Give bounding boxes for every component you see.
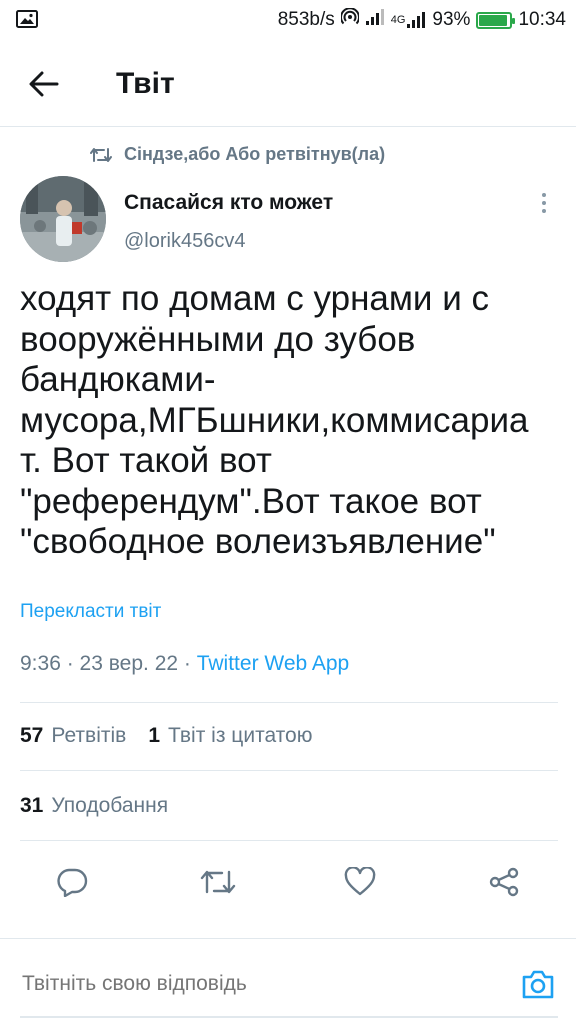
tweet-date: 23 вер. 22: [79, 652, 179, 675]
page-title: Твіт: [116, 67, 175, 100]
back-button[interactable]: [24, 64, 64, 104]
network-speed: 853b/s: [277, 9, 335, 30]
retweet-button[interactable]: [198, 862, 238, 902]
status-icons: 853b/s 4G 93% 10:34: [278, 0, 566, 40]
author-name[interactable]: Спасайся кто может: [124, 191, 333, 215]
battery-icon: [476, 11, 516, 29]
retweet-context[interactable]: Сіндзе,або Або ретвітнув(ла): [90, 144, 385, 165]
author-handle[interactable]: @lorik456cv4: [124, 230, 245, 253]
stats-row: 57 Ретвітів 1 Твіт із цитатою: [20, 724, 312, 748]
retweets-count: 57: [20, 724, 44, 747]
image-icon: [16, 10, 38, 28]
retweets-label: Ретвітів: [51, 724, 127, 747]
signal-icon: [365, 8, 385, 32]
more-dot: [542, 201, 546, 205]
reply-bar: [0, 940, 576, 1024]
more-dot: [542, 209, 546, 213]
meta-separator: ·: [60, 652, 80, 675]
quotes-label: Твіт із цитатою: [168, 724, 313, 747]
tweet-actions: [0, 862, 576, 902]
share-icon: [489, 867, 519, 897]
retweet-small-icon: [90, 147, 112, 162]
tweet-time: 9:36: [20, 652, 61, 675]
like-icon: [344, 867, 376, 896]
battery-fill: [479, 14, 508, 26]
network-type-label: 4G: [390, 14, 406, 26]
hotspot-icon: [339, 7, 360, 32]
reply-input[interactable]: [22, 972, 492, 996]
status-bar: 853b/s 4G 93% 10:34: [0, 0, 576, 40]
quotes-count: 1: [148, 724, 160, 747]
like-button[interactable]: [340, 862, 380, 902]
reply-button[interactable]: [52, 862, 92, 902]
more-options-button[interactable]: [530, 188, 558, 218]
reply-divider: [0, 938, 576, 939]
battery-percent: 93%: [432, 9, 471, 30]
retweets-stat[interactable]: 57 Ретвітів: [20, 724, 126, 748]
avatar[interactable]: [20, 176, 106, 262]
meta-separator: ·: [178, 652, 197, 675]
arrow-left-icon: [29, 71, 59, 97]
header-divider: [0, 126, 576, 127]
likes-stat[interactable]: 31 Уподобання: [20, 794, 168, 818]
more-dot: [542, 193, 546, 197]
reply-underline: [20, 1016, 558, 1018]
top-app-bar: Твіт: [0, 44, 576, 124]
share-button[interactable]: [484, 862, 524, 902]
retweet-icon: [200, 870, 236, 894]
quotes-stat[interactable]: 1 Твіт із цитатою: [148, 724, 312, 748]
translate-link[interactable]: Перекласти твіт: [20, 601, 161, 623]
retweet-context-label: Сіндзе,або Або ретвітнув(ла): [124, 144, 386, 164]
likes-count: 31: [20, 794, 44, 817]
reply-icon: [57, 868, 88, 897]
divider: [20, 770, 558, 771]
camera-button[interactable]: [518, 964, 558, 1004]
clock: 10:34: [518, 9, 566, 30]
divider: [20, 840, 558, 841]
source-app-link[interactable]: Twitter Web App: [197, 652, 350, 676]
tweet-text: ходят по домам с урнами и с вооружёнными…: [20, 279, 529, 561]
camera-icon: [522, 970, 554, 999]
tweet-metadata: 9:36 · 23 вер. 22 · Twitter Web App: [20, 652, 349, 676]
signal-4g-icon: 4G: [391, 11, 427, 29]
divider: [20, 702, 558, 703]
likes-label: Уподобання: [51, 794, 169, 817]
